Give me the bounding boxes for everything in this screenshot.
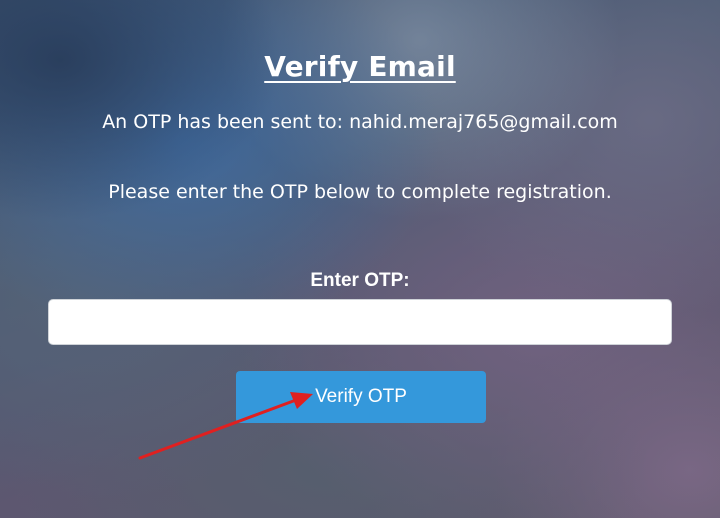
otp-input[interactable] [48,299,672,345]
otp-label: Enter OTP: [310,270,410,291]
otp-sent-message: An OTP has been sent to: nahid.meraj765@… [102,111,618,133]
page-title: Verify Email [264,50,456,83]
verify-otp-button[interactable]: Verify OTP [236,371,486,423]
verify-email-page: Verify Email An OTP has been sent to: na… [0,0,720,518]
otp-instructions: Please enter the OTP below to complete r… [108,181,612,203]
